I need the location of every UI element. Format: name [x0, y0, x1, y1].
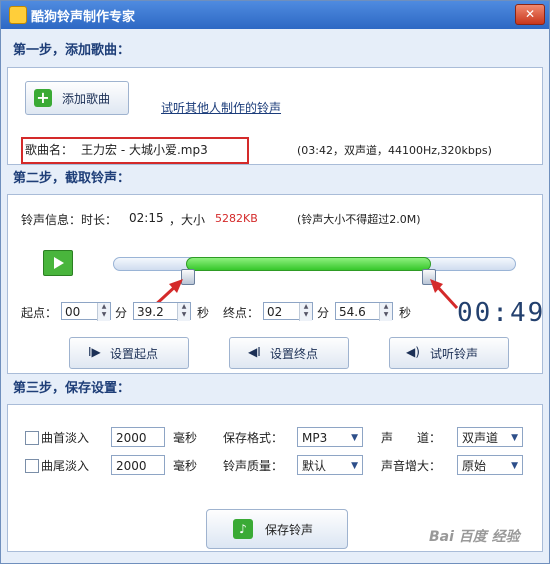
end-sec-input[interactable]: 54.6 ▲ ▼ [335, 302, 393, 321]
end-min-value: 02 [267, 305, 283, 319]
chevron-down-icon: ▼ [511, 433, 518, 443]
volume-value: 原始 [462, 459, 487, 473]
quality-label: 铃声质量： [223, 459, 284, 473]
start-min-input[interactable]: 00 ▲ ▼ [61, 302, 111, 321]
volume-select[interactable]: 原始 ▼ [457, 455, 523, 475]
volume-label: 声音增大： [381, 459, 442, 473]
end-min-stepper[interactable]: ▲ ▼ [299, 303, 312, 321]
set-end-button[interactable]: ◀I 设置终点 [229, 337, 349, 369]
start-sec-stepper[interactable]: ▲ ▼ [177, 303, 190, 321]
music-note-icon: ♪ [233, 519, 253, 539]
end-min-input[interactable]: 02 ▲ ▼ [263, 302, 313, 321]
start-sec-input[interactable]: 39.2 ▲ ▼ [133, 302, 191, 321]
preview-ringtone-button[interactable]: ◀) 试听铃声 [389, 337, 509, 369]
quality-select[interactable]: 默认 ▼ [297, 455, 363, 475]
fade-out-label: 曲尾淡入 [41, 459, 90, 473]
chevron-down-icon: ▼ [351, 461, 358, 471]
ringtone-maker-window: 酷狗铃声制作专家 ✕ 第一步，添加歌曲： + 添加歌曲 试听其他人制作的铃声 歌… [0, 0, 550, 564]
start-sec-unit: 秒 [197, 306, 210, 320]
save-ringtone-label: 保存铃声 [265, 523, 314, 537]
end-point-label: 终点： [223, 306, 260, 320]
fade-out-input[interactable]: 2000 [111, 455, 165, 475]
format-value: MP3 [302, 431, 328, 445]
format-label: 保存格式： [223, 431, 284, 445]
start-min-stepper[interactable]: ▲ ▼ [97, 303, 110, 321]
end-sec-unit: 秒 [399, 306, 412, 320]
selection-timer: 00:49 [457, 298, 546, 328]
fade-in-label: 曲首淡入 [41, 431, 90, 445]
quality-value: 默认 [302, 459, 327, 473]
baidu-watermark: Bai 百度 经验 [429, 529, 520, 545]
step3-header: 第三步，保存设置： [13, 381, 131, 396]
set-start-label: 设置起点 [110, 347, 159, 361]
start-point-label: 起点： [21, 306, 58, 320]
speaker-icon: ◀) [406, 345, 420, 359]
channel-select[interactable]: 双声道 ▼ [457, 427, 523, 447]
end-min-unit: 分 [317, 306, 330, 320]
fade-out-checkbox[interactable] [25, 459, 39, 473]
set-start-button[interactable]: I▶ 设置起点 [69, 337, 189, 369]
end-sec-value: 54.6 [339, 305, 366, 319]
fade-in-input[interactable]: 2000 [111, 427, 165, 447]
start-sec-value: 39.2 [137, 305, 164, 319]
channel-value: 双声道 [462, 431, 499, 445]
start-min-value: 00 [65, 305, 81, 319]
set-end-label: 设置终点 [270, 347, 319, 361]
chevron-down-icon: ▼ [511, 461, 518, 471]
fade-in-checkbox[interactable] [25, 431, 39, 445]
format-select[interactable]: MP3 ▼ [297, 427, 363, 447]
fade-in-unit: 毫秒 [173, 431, 198, 445]
chevron-down-icon: ▼ [351, 433, 358, 443]
channel-label: 声 道： [381, 431, 442, 445]
start-min-unit: 分 [115, 306, 128, 320]
preview-label: 试听铃声 [430, 347, 479, 361]
set-start-icon: I▶ [88, 345, 101, 359]
fade-out-unit: 毫秒 [173, 459, 198, 473]
end-sec-stepper[interactable]: ▲ ▼ [379, 303, 392, 321]
save-ringtone-button[interactable]: ♪ 保存铃声 [206, 509, 348, 549]
set-end-icon: ◀I [248, 345, 261, 359]
